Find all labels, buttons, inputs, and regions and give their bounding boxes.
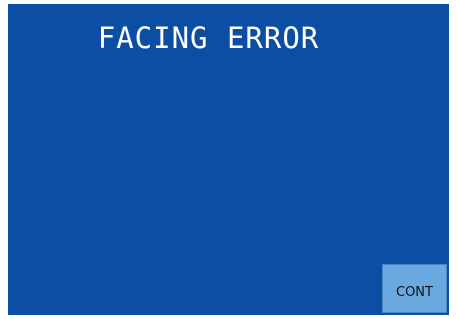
error-title: FACING ERROR xyxy=(97,21,320,55)
error-screen: FACING ERROR CONT xyxy=(8,4,449,315)
continue-button[interactable]: CONT xyxy=(382,264,447,313)
